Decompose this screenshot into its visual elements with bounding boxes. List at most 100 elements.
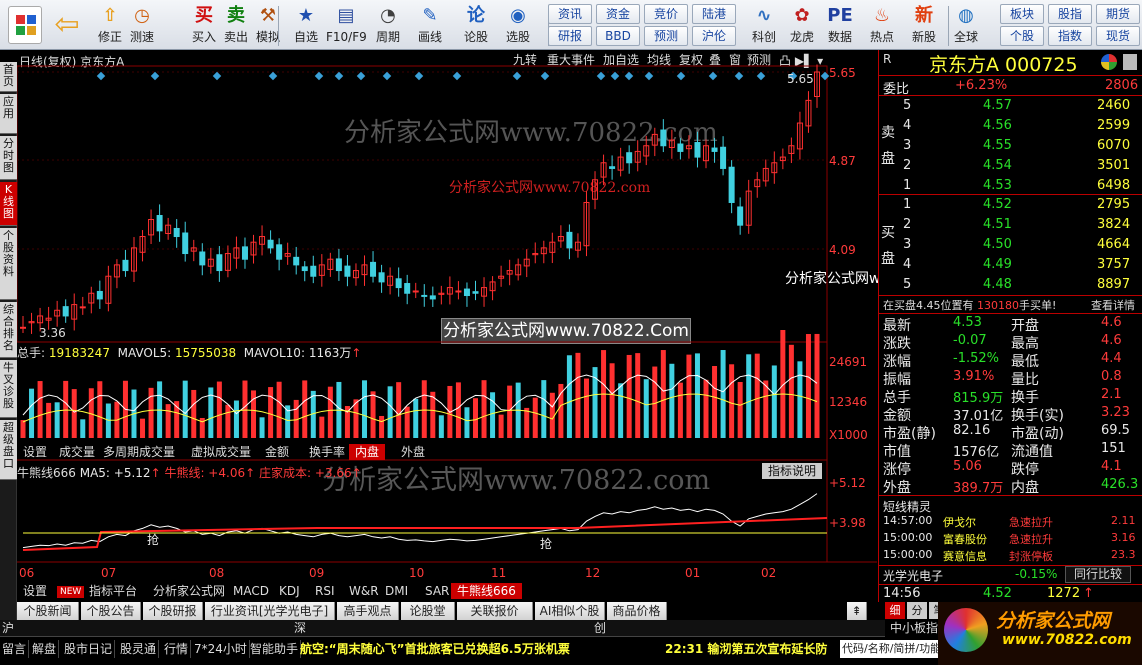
indicator-tab[interactable]: 牛熊线666: [451, 583, 522, 599]
toolbar-clock-button[interactable]: ◷ 测速: [122, 3, 162, 49]
toolbar-right-button[interactable]: 指数: [1048, 26, 1092, 46]
market-tab[interactable]: 创: [592, 620, 608, 637]
indicator-tab[interactable]: 设置: [17, 583, 53, 599]
indicator-tab[interactable]: DMI: [379, 583, 414, 599]
toolbar-text-button[interactable]: 资讯: [548, 4, 592, 24]
toolbar-fire-button[interactable]: ♨ 热点: [862, 3, 902, 49]
bottom-item[interactable]: 股灵通: [118, 640, 160, 658]
toolbar-star-folder-button[interactable]: ★ 自选: [286, 3, 326, 49]
toolbar-text-button[interactable]: 沪伦: [692, 26, 736, 46]
market-tab[interactable]: 深: [292, 620, 308, 637]
alert-detail-link[interactable]: 查看详情: [1091, 297, 1135, 313]
news-ticker[interactable]: 航空:“周末随心飞”首批旅客已兑换超6.5万张机票: [300, 640, 660, 658]
indicator-tab[interactable]: KDJ: [273, 583, 306, 599]
grid-icon[interactable]: [8, 6, 42, 44]
candle-body: [395, 278, 402, 289]
left-tab[interactable]: K线图: [0, 182, 17, 226]
left-tab[interactable]: 综合排名: [0, 302, 17, 358]
indicator-tab[interactable]: 指标平台: [83, 583, 143, 599]
volume-tab[interactable]: 外盘: [395, 444, 431, 460]
volume-tab[interactable]: 设置: [17, 444, 53, 460]
kline-chart[interactable]: [17, 50, 877, 620]
toolbar-text-button[interactable]: 陆港: [692, 4, 736, 24]
menu-icon[interactable]: [1123, 54, 1137, 70]
toolbar-f10-button[interactable]: ▤ F10/F9: [326, 3, 367, 49]
pie-icon[interactable]: [1101, 54, 1117, 70]
volume-tab[interactable]: 换手率: [303, 444, 351, 460]
toolbar-right-button[interactable]: 个股: [1000, 26, 1044, 46]
news-tab[interactable]: AI相似个股: [535, 602, 605, 620]
news-tab[interactable]: 论股堂: [401, 602, 455, 620]
left-tab[interactable]: 分时图: [0, 136, 17, 180]
toolbar-text-button[interactable]: 资金: [596, 4, 640, 24]
toolbar-text-button[interactable]: 研报: [548, 26, 592, 46]
toolbar-right-button[interactable]: 股指: [1048, 4, 1092, 24]
toolbar-hammer-button[interactable]: ⚒ 模拟: [248, 3, 288, 49]
news-tab[interactable]: 商品价格: [607, 602, 667, 620]
back-arrow-icon[interactable]: ⇦: [50, 8, 84, 42]
toolbar-pe-data-button[interactable]: PE 数据: [820, 3, 860, 49]
volume-tab[interactable]: 虚拟成交量: [185, 444, 257, 460]
jingling-stock[interactable]: 伊戈尔: [943, 514, 976, 530]
volume-tab[interactable]: 成交量: [53, 444, 101, 460]
toolbar-new-stock-button[interactable]: 新新股: [904, 3, 944, 49]
search-field[interactable]: 代码/名称/简拼/功能: [840, 640, 950, 658]
bottom-item[interactable]: 行情: [162, 640, 192, 658]
expand-icon[interactable]: ⇞: [847, 602, 867, 620]
bottom-item[interactable]: 留言: [0, 640, 30, 658]
market-tab[interactable]: 中小板指: [888, 620, 940, 637]
toolbar-select-stock-button[interactable]: ◉ 选股: [498, 3, 538, 49]
bottom-item[interactable]: 7*24小时: [192, 640, 250, 658]
indicator-tab[interactable]: SAR: [419, 583, 455, 599]
toolbar-discuss-button[interactable]: 论论股: [456, 3, 496, 49]
left-tab[interactable]: 首页: [0, 62, 17, 92]
toolbar-right-button[interactable]: 现货: [1096, 26, 1140, 46]
left-tab[interactable]: 牛叉诊股: [0, 360, 17, 418]
toolbar-text-button[interactable]: BBD: [596, 26, 640, 46]
toolbar-dragon-button[interactable]: ✿ 龙虎: [782, 3, 822, 49]
order-level: 1: [903, 197, 912, 212]
tick-time: 14:56: [883, 586, 921, 601]
news-tab[interactable]: 个股研报: [143, 602, 203, 620]
toolbar-right-button[interactable]: 期货: [1096, 4, 1140, 24]
quote-tab[interactable]: 细: [885, 602, 905, 619]
toolbar-pencil-button[interactable]: ✎ 画线: [410, 3, 450, 49]
tech-icon: ∿: [756, 5, 772, 26]
bottom-item[interactable]: 股市日记: [62, 640, 116, 658]
news-tab[interactable]: 高手观点: [337, 602, 399, 620]
toolbar-text-button[interactable]: 预测: [644, 26, 688, 46]
indicator-tab[interactable]: RSI: [309, 583, 341, 599]
indicator-tab[interactable]: NEW: [57, 586, 85, 598]
toolbar-right-button[interactable]: 板块: [1000, 4, 1044, 24]
toolbar-clock-cycle-button[interactable]: ◔ 周期: [368, 3, 408, 49]
indicator-tab[interactable]: 分析家公式网: [147, 583, 231, 599]
volume-tab[interactable]: 内盘: [349, 444, 386, 460]
bottom-item[interactable]: 解盘: [30, 640, 60, 658]
compare-button[interactable]: 同行比较: [1065, 566, 1131, 583]
bottom-item[interactable]: 智能助手: [248, 640, 302, 658]
news-ticker-2[interactable]: 22:31 输沏第五次宣布延长防: [665, 640, 837, 658]
jingling-stock[interactable]: 赛意信息: [943, 548, 987, 564]
vol-axis-1: 24691: [829, 355, 868, 369]
news-tab[interactable]: 关联报价: [457, 602, 533, 620]
new-stock-icon: 新: [915, 5, 933, 26]
stat-value: 426.3: [1101, 477, 1139, 492]
toolbar-text-button[interactable]: 竞价: [644, 4, 688, 24]
indicator-tab[interactable]: MACD: [227, 583, 275, 599]
news-tab[interactable]: 行业资讯[光学光电子]: [205, 602, 335, 620]
news-tab[interactable]: 个股新闻: [17, 602, 79, 620]
left-tab[interactable]: 超级盘口: [0, 420, 17, 480]
market-tab[interactable]: 沪: [0, 620, 16, 637]
news-tab[interactable]: 个股公告: [81, 602, 141, 620]
volume-tab[interactable]: 金额: [259, 444, 295, 460]
event-diamond: [268, 71, 278, 81]
left-tab[interactable]: 应用: [0, 94, 17, 134]
indicator-help-button[interactable]: 指标说明: [762, 463, 822, 479]
quote-tab[interactable]: 分: [907, 602, 927, 619]
toolbar-globe-button[interactable]: ◍ 全球: [946, 3, 986, 49]
left-tab[interactable]: 个股资料: [0, 228, 17, 300]
volume-tab[interactable]: 多周期成交量: [97, 444, 181, 460]
jingling-stock[interactable]: 富春股份: [943, 531, 987, 547]
volume-bar: [225, 404, 231, 438]
toolbar-tech-button[interactable]: ∿ 科创: [744, 3, 784, 49]
